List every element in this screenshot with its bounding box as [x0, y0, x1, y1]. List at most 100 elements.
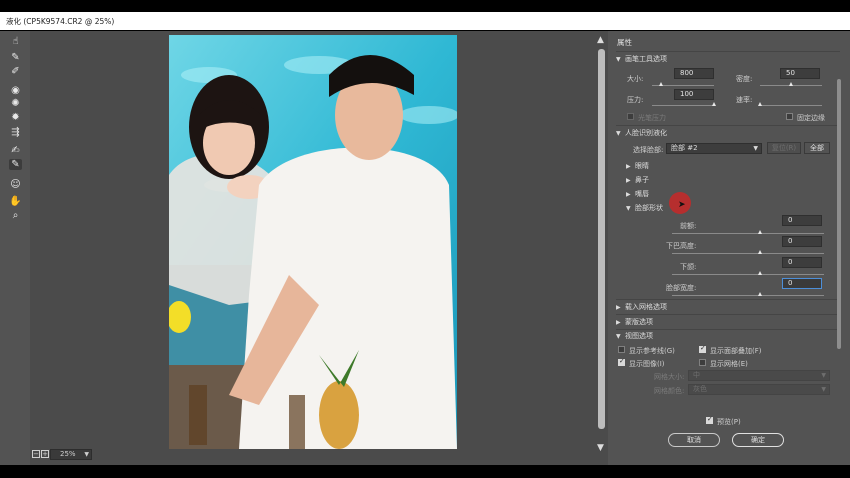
pucker-tool-icon[interactable]: ✺ [9, 98, 22, 109]
push-left-tool-icon[interactable]: ⇶ [9, 127, 22, 138]
rate-label: 速率: [736, 96, 753, 104]
size-slider[interactable] [652, 82, 714, 86]
smooth-tool-icon[interactable]: ✐ [9, 66, 22, 77]
zoom-in-button[interactable]: + [41, 450, 49, 458]
panel-title: 属性 [617, 38, 632, 47]
reconstruct-tool-icon[interactable]: ✎ [9, 52, 22, 63]
pressure-label: 压力: [627, 96, 644, 104]
cancel-button[interactable]: 取消 [668, 433, 720, 447]
mesh-color-dropdown[interactable]: 灰色 ▼ [688, 384, 830, 395]
face-width-slider[interactable] [672, 292, 824, 296]
canvas-area[interactable]: ▲ ▼ [30, 31, 608, 465]
photo-image [169, 35, 457, 449]
scroll-up-arrow-icon[interactable]: ▲ [597, 35, 604, 45]
mouth-subsection[interactable]: ▶ 嘴唇 [626, 189, 846, 201]
show-image-checkbox[interactable] [618, 357, 625, 366]
tool-bar: ☝ ✎ ✐ ◉ ✺ ✹ ⇶ ✍ ✎ ☺ ✋ ⌕ [0, 31, 30, 465]
view-options-header[interactable]: ▼ 视图选项 [616, 331, 836, 343]
hand-tool-icon[interactable]: ✋ [9, 196, 22, 207]
forward-warp-tool-icon[interactable]: ☝ [9, 36, 22, 47]
zoom-out-button[interactable]: − [32, 450, 40, 458]
reset-button[interactable]: 复位(R) [767, 142, 801, 154]
triangle-right-icon: ▶ [616, 304, 621, 311]
all-button[interactable]: 全部 [804, 142, 830, 154]
panel-scroll-thumb[interactable] [837, 79, 841, 349]
jawline-field[interactable]: 0 [782, 257, 822, 268]
mesh-size-value: 中 [693, 371, 700, 379]
face-aware-header[interactable]: ▼ 人脸识别液化 [616, 128, 836, 140]
face-width-label: 脸部宽度: [666, 284, 697, 292]
panel-scrollbar[interactable] [836, 71, 843, 431]
ok-button[interactable]: 确定 [732, 433, 784, 447]
dialog-title: 液化 (CP5K9574.CR2 @ 25%) [6, 17, 115, 26]
chevron-down-icon: ▼ [84, 451, 89, 458]
properties-panel: 属性 ▼ 画笔工具选项 大小: 800 密度: 50 压力: 100 速率: 光笔… [608, 31, 850, 465]
density-slider[interactable] [760, 82, 822, 86]
size-knob[interactable] [659, 82, 664, 86]
pressure-knob[interactable] [711, 102, 716, 106]
preview-checkbox[interactable] [706, 415, 713, 424]
twirl-tool-icon[interactable]: ◉ [9, 85, 22, 96]
thaw-mask-tool-icon[interactable]: ✎ [9, 159, 22, 170]
chin-height-knob[interactable] [758, 250, 762, 254]
face-width-knob[interactable] [758, 292, 762, 296]
forehead-knob[interactable] [758, 230, 762, 234]
status-bar: − + 25% ▼ [30, 447, 608, 461]
zoom-tool-icon[interactable]: ⌕ [9, 210, 22, 221]
pressure-field[interactable]: 100 [674, 89, 714, 100]
show-guides-checkbox[interactable] [618, 346, 625, 353]
triangle-right-icon: ▶ [616, 319, 621, 326]
jawline-label: 下颌: [680, 263, 697, 271]
preview-label: 预览(P) [717, 418, 741, 426]
mesh-color-label: 网格颜色: [654, 387, 685, 395]
eyes-subsection[interactable]: ▶ 眼睛 [626, 161, 846, 173]
chin-height-field[interactable]: 0 [782, 236, 822, 247]
chevron-down-icon: ▼ [821, 386, 826, 393]
size-label: 大小: [627, 75, 644, 83]
size-field[interactable]: 800 [674, 68, 714, 79]
freeze-mask-tool-icon[interactable]: ✍ [9, 145, 22, 156]
select-face-value: 脸部 #2 [671, 144, 698, 152]
canvas-vertical-scrollbar[interactable]: ▲ ▼ [595, 33, 608, 453]
mouse-pointer-icon: ➤ [678, 200, 686, 210]
mesh-size-dropdown[interactable]: 中 ▼ [688, 370, 830, 381]
show-face-overlay-checkbox[interactable] [699, 344, 706, 353]
zoom-level-select[interactable]: 25% ▼ [50, 449, 92, 460]
density-label: 密度: [736, 75, 753, 83]
show-mesh-checkbox[interactable] [699, 359, 706, 366]
forehead-slider[interactable] [672, 230, 824, 234]
face-tool-icon[interactable]: ☺ [9, 179, 22, 190]
canvas-scroll-thumb[interactable] [598, 49, 605, 429]
mask-options-header[interactable]: ▶ 蒙版选项 [616, 317, 836, 329]
triangle-right-icon: ▶ [626, 177, 631, 184]
select-face-label: 选择脸部: [633, 146, 664, 154]
triangle-down-icon: ▼ [616, 56, 621, 63]
rate-slider[interactable] [757, 102, 822, 106]
mesh-color-value: 灰色 [693, 385, 707, 393]
rate-knob[interactable] [757, 102, 762, 106]
pressure-slider[interactable] [652, 102, 716, 106]
show-face-overlay-label: 显示面部叠加(F) [710, 347, 762, 355]
bloat-tool-icon[interactable]: ✹ [9, 112, 22, 123]
triangle-down-icon: ▼ [616, 333, 621, 340]
density-field[interactable]: 50 [780, 68, 820, 79]
stylus-pressure-label: 光笔压力 [638, 114, 666, 122]
show-guides-label: 显示参考线(G) [629, 347, 675, 355]
face-shape-subsection[interactable]: ▼ 脸部形状 [626, 203, 846, 215]
dialog-title-bar: 液化 (CP5K9574.CR2 @ 25%) [0, 12, 850, 30]
load-mesh-header[interactable]: ▶ 载入网格选项 [616, 302, 836, 314]
stylus-pressure-checkbox[interactable] [627, 113, 634, 120]
density-knob[interactable] [788, 82, 793, 86]
pin-edges-checkbox[interactable] [786, 113, 793, 120]
chin-height-slider[interactable] [672, 250, 824, 254]
select-face-dropdown[interactable]: 脸部 #2 ▼ [666, 143, 762, 154]
photo-preview[interactable] [169, 35, 457, 449]
jawline-knob[interactable] [758, 271, 762, 275]
face-width-field[interactable]: 0 [782, 278, 822, 289]
nose-subsection[interactable]: ▶ 鼻子 [626, 175, 846, 187]
triangle-down-icon: ▼ [626, 205, 631, 212]
brush-options-header[interactable]: ▼ 画笔工具选项 [616, 54, 836, 66]
jawline-slider[interactable] [672, 271, 824, 275]
forehead-field[interactable]: 0 [782, 215, 822, 226]
liquify-dialog: ☝ ✎ ✐ ◉ ✺ ✹ ⇶ ✍ ✎ ☺ ✋ ⌕ ▲ ▼ − + 25% ▼ 属性… [0, 31, 850, 465]
